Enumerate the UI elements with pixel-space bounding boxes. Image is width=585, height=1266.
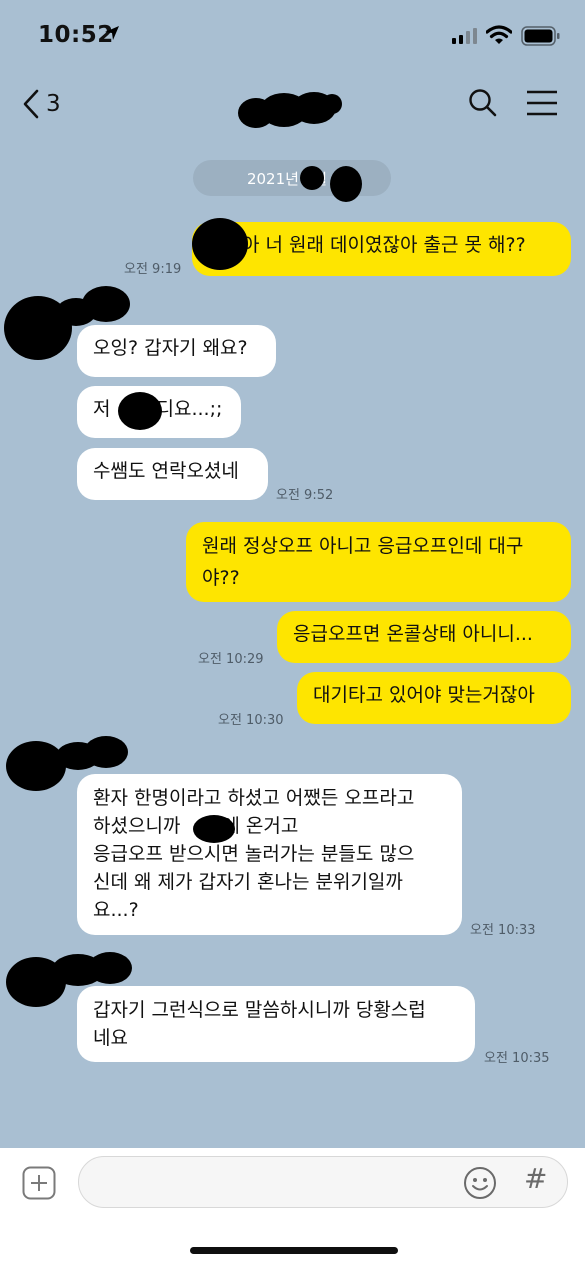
their-message-bubble[interactable]: 수쌤도 연락오셨네 (77, 448, 268, 500)
chevron-left-icon (23, 89, 39, 119)
message-line: 네요 (93, 1027, 128, 1049)
battery-icon (521, 26, 560, 46)
message-time: 오전 10:30 (218, 713, 284, 728)
their-message-bubble[interactable]: 갑자기 그런식으로 말씀하시니까 당황스럽 네요 (77, 986, 475, 1062)
redacted-word (118, 392, 162, 430)
message-text: 아 너 원래 데이였잖아 출근 못 해?? (242, 234, 526, 256)
my-message-bubble[interactable]: 대기타고 있어야 맞는거잖아 (297, 672, 571, 724)
hash-icon[interactable]: # (524, 1162, 547, 1195)
message-text: 대기타고 있어야 맞는거잖아 (313, 684, 535, 706)
message-text-after: 디요...;; (156, 398, 223, 420)
message-line: 요...? (93, 899, 139, 921)
emoji-icon[interactable] (463, 1166, 497, 1200)
message-time: 오전 10:35 (484, 1051, 550, 1066)
message-text-before: 저 (93, 398, 111, 420)
their-message-bubble[interactable]: 환자 한명이라고 하셨고 어쨌든 오프라고 하셨으니까 에 온거고 응급오프 받으… (77, 774, 462, 935)
status-bar: 10:52 (0, 0, 585, 70)
message-line: 야?? (202, 567, 240, 589)
cellular-signal-icon (452, 28, 477, 44)
message-text-before: 하셨으니까 (93, 815, 181, 837)
back-button[interactable]: 3 (22, 86, 61, 122)
my-message-bubble[interactable]: 응급오프면 온콜상태 아니니... (277, 611, 571, 663)
redacted-date (300, 166, 362, 202)
redacted-name (192, 218, 248, 270)
message-text: 오잉? 갑자기 왜요? (93, 337, 248, 359)
message-line: 하셨으니까 에 온거고 (93, 812, 446, 840)
redacted-chat-title (238, 92, 342, 128)
redacted-word (193, 815, 235, 843)
hamburger-menu-icon[interactable] (526, 90, 558, 116)
wifi-icon (486, 25, 512, 44)
my-message-bubble[interactable]: 원래 정상오프 아니고 응급오프인데 대구 야?? (186, 522, 571, 602)
search-icon[interactable] (468, 88, 498, 118)
message-line: 신데 왜 제가 갑자기 혼나는 분위기일까 (93, 871, 403, 893)
plus-square-icon[interactable] (22, 1166, 56, 1200)
location-arrow-icon (105, 26, 119, 40)
message-line: 환자 한명이라고 하셨고 어쨌든 오프라고 (93, 787, 415, 809)
unread-count: 3 (46, 91, 61, 117)
their-message-bubble[interactable]: 오잉? 갑자기 왜요? (77, 325, 276, 377)
message-line: 응급오프 받으시면 놀러가는 분들도 많으 (93, 843, 415, 865)
message-text: 수쌤도 연락오셨네 (93, 460, 239, 482)
message-time: 오전 10:33 (470, 923, 536, 938)
clock-time: 10:52 (38, 22, 114, 48)
message-time: 오전 9:52 (276, 488, 334, 503)
home-indicator (190, 1247, 398, 1254)
message-text: 응급오프면 온콜상태 아니니... (293, 623, 533, 645)
message-time: 오전 10:29 (198, 652, 264, 667)
message-line: 원래 정상오프 아니고 응급오프인데 대구 (202, 535, 524, 557)
message-time: 오전 9:19 (124, 262, 182, 277)
message-line: 갑자기 그런식으로 말씀하시니까 당황스럽 (93, 999, 426, 1021)
